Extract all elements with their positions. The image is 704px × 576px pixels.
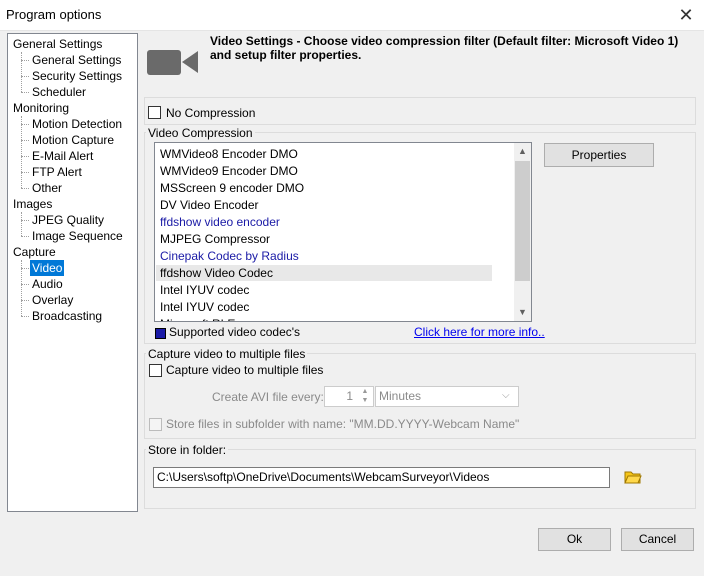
codec-list-item[interactable]: Intel IYUV codec <box>160 299 249 315</box>
tree-connector <box>21 60 29 61</box>
subfolder-label: Store files in subfolder with name: "MM.… <box>166 417 520 431</box>
tree-connector <box>21 316 29 317</box>
store-folder-label: Store in folder: <box>146 443 229 457</box>
tree-item[interactable]: Audio <box>30 276 65 292</box>
interval-spinner-arrows-icon[interactable]: ▲ ▼ <box>357 387 373 406</box>
tree-connector <box>21 76 29 77</box>
tree-connector <box>21 156 29 157</box>
properties-button[interactable]: Properties <box>544 143 654 167</box>
tree-item[interactable]: JPEG Quality <box>30 212 106 228</box>
header-text: Video Settings - Choose video compressio… <box>210 34 679 62</box>
folder-browse-icon[interactable] <box>624 469 642 485</box>
tree-connector <box>21 212 22 236</box>
create-avi-label: Create AVI file every: <box>212 390 324 404</box>
close-button[interactable]: ✕ <box>674 4 698 26</box>
no-compression-label: No Compression <box>166 106 256 120</box>
multiple-files-checkbox-label: Capture video to multiple files <box>166 363 324 377</box>
tree-connector <box>21 92 29 93</box>
folder-path-input[interactable]: C:\Users\softp\OneDrive\Documents\Webcam… <box>153 467 610 488</box>
no-compression-checkbox[interactable] <box>148 106 161 119</box>
tree-connector <box>21 284 29 285</box>
cancel-button[interactable]: Cancel <box>621 528 694 551</box>
scroll-up-icon[interactable]: ▲ <box>514 143 531 160</box>
chevron-down-icon: ⌵ <box>502 390 510 401</box>
tree-connector <box>21 124 29 125</box>
tree-item[interactable]: Video <box>30 260 65 276</box>
supported-legend-label: Supported video codec's <box>169 325 301 339</box>
supported-legend-swatch <box>155 328 166 339</box>
codec-list-item[interactable]: WMVideo9 Encoder DMO <box>160 163 298 179</box>
tree-item[interactable]: Monitoring <box>11 100 71 116</box>
tree-item[interactable]: Broadcasting <box>30 308 104 324</box>
tree-item[interactable]: Security Settings <box>30 68 124 84</box>
ok-button[interactable]: Ok <box>538 528 611 551</box>
folder-path-value: C:\Users\softp\OneDrive\Documents\Webcam… <box>157 470 490 484</box>
codec-list-item[interactable]: WMVideo8 Encoder DMO <box>160 146 298 162</box>
codec-list-item[interactable]: Microsoft RLE <box>160 316 235 321</box>
codec-list-item[interactable]: MSScreen 9 encoder DMO <box>160 180 304 196</box>
tree-connector <box>21 188 29 189</box>
tree-item[interactable]: Overlay <box>30 292 75 308</box>
tree-connector <box>21 236 29 237</box>
tree-item[interactable]: E-Mail Alert <box>30 148 95 164</box>
title-bar: Program options ✕ <box>0 0 704 31</box>
codec-list-item[interactable]: Cinepak Codec by Radius <box>160 248 299 264</box>
codec-list[interactable]: Microsoft RLEIntel IYUV codecIntel IYUV … <box>154 142 532 322</box>
video-compression-label: Video Compression <box>146 126 255 140</box>
window-title: Program options <box>6 7 102 22</box>
options-tree[interactable]: General Settings General Settings Security… <box>7 33 138 512</box>
close-icon: ✕ <box>678 5 694 25</box>
subfolder-checkbox[interactable] <box>149 418 162 431</box>
tree-connector <box>21 172 29 173</box>
codec-list-item[interactable]: ffdshow video encoder <box>160 214 280 230</box>
tree-connector <box>21 268 29 269</box>
codec-list-scrollbar[interactable]: ▲ ▼ <box>514 143 531 321</box>
interval-unit-value: Minutes <box>379 389 422 403</box>
more-info-link[interactable]: Click here for more info.. <box>414 325 545 339</box>
codec-list-item[interactable]: ffdshow Video Codec <box>156 265 492 281</box>
tree-item[interactable]: Motion Capture <box>30 132 116 148</box>
tree-item[interactable]: Capture <box>11 244 58 260</box>
scroll-thumb[interactable] <box>515 161 530 281</box>
codec-list-item[interactable]: MJPEG Compressor <box>160 231 270 247</box>
tree-item[interactable]: Images <box>11 196 54 212</box>
tree-item[interactable]: Scheduler <box>30 84 88 100</box>
tree-item[interactable]: Motion Detection <box>30 116 124 132</box>
tree-item[interactable]: FTP Alert <box>30 164 84 180</box>
tree-item[interactable]: Image Sequence <box>30 228 125 244</box>
tree-item[interactable]: Other <box>30 180 64 196</box>
tree-connector <box>21 300 29 301</box>
tree-item[interactable]: General Settings <box>30 52 123 68</box>
interval-value: 1 <box>346 389 353 403</box>
tree-item[interactable]: General Settings <box>11 36 104 52</box>
codec-list-item[interactable]: Intel IYUV codec <box>160 282 249 298</box>
codec-list-item[interactable]: DV Video Encoder <box>160 197 259 213</box>
tree-connector <box>21 116 22 188</box>
scroll-down-icon[interactable]: ▼ <box>514 304 531 321</box>
multiple-files-group-label: Capture video to multiple files <box>146 347 308 361</box>
interval-unit-select[interactable]: Minutes <box>375 386 519 407</box>
tree-connector <box>21 52 22 92</box>
video-camera-icon <box>146 48 200 76</box>
multiple-files-checkbox[interactable] <box>149 364 162 377</box>
tree-connector <box>21 220 29 221</box>
tree-connector <box>21 260 22 316</box>
tree-connector <box>21 140 29 141</box>
